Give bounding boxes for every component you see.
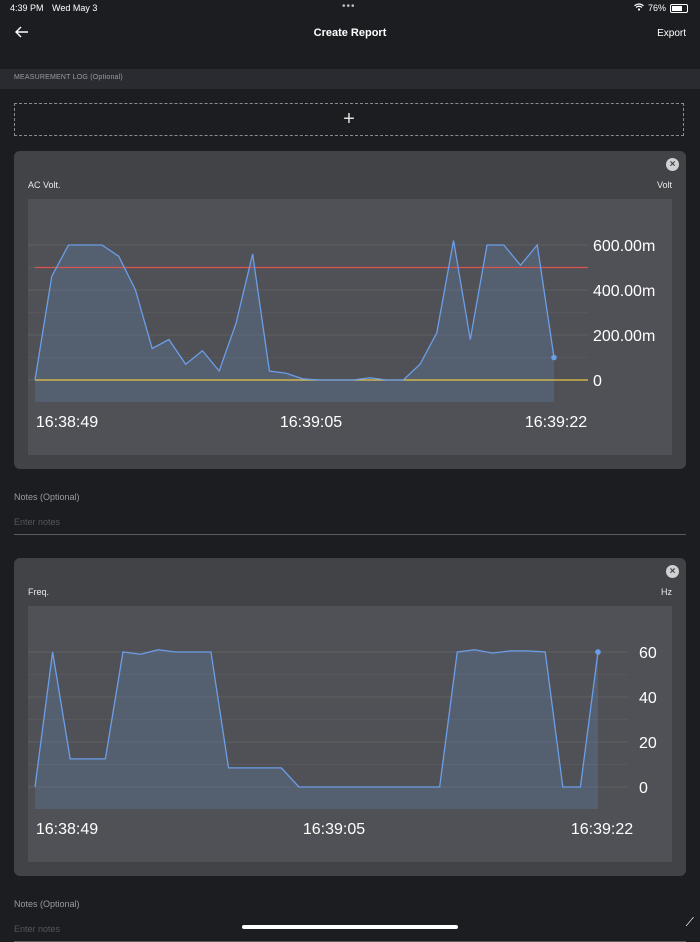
- chart-title: AC Volt.: [28, 180, 61, 190]
- notes-section: Notes (Optional): [14, 899, 686, 942]
- x-tick-label: 16:39:05: [303, 821, 365, 838]
- navigation-bar: Create Report Export: [0, 20, 700, 48]
- notes-label: Notes (Optional): [14, 492, 80, 502]
- y-tick-label: 400.00m: [593, 283, 655, 300]
- page-title: Create Report: [313, 27, 387, 39]
- wifi-icon: [634, 3, 644, 13]
- status-bar: 4:39 PM Wed May 3 ••• 76%: [0, 0, 700, 18]
- chart-unit: Hz: [661, 587, 672, 597]
- y-tick-label: 0: [639, 780, 648, 797]
- status-date: Wed May 3: [52, 3, 98, 13]
- status-right: 76%: [634, 3, 688, 13]
- y-tick-label: 200.00m: [593, 328, 655, 345]
- y-tick-label: 0: [593, 373, 602, 390]
- pencil-icon[interactable]: ⟋: [686, 915, 694, 930]
- chart-plot-freq: 60 40 20 0 16:38:49 16:39:05 16:39:22: [28, 606, 672, 862]
- status-time: 4:39 PM: [10, 3, 44, 13]
- close-icon[interactable]: ×: [666, 158, 679, 171]
- export-button[interactable]: Export: [657, 28, 686, 39]
- notes-input[interactable]: [14, 514, 686, 535]
- x-tick-label: 16:38:49: [36, 821, 98, 838]
- battery-percent: 76%: [647, 3, 666, 13]
- x-tick-label: 16:39:22: [571, 821, 633, 838]
- y-tick-label: 20: [639, 735, 657, 752]
- chart-svg: 60 40 20 0 16:38:49 16:39:05 16:39:22: [28, 645, 657, 838]
- chart-card-ac-volt: × AC Volt. Volt 600.00m 400.00m 200.00m 0 16…: [14, 151, 686, 469]
- notes-label: Notes (Optional): [14, 899, 80, 909]
- multitasking-dots-icon[interactable]: •••: [342, 1, 356, 12]
- y-tick-label: 60: [639, 645, 657, 662]
- x-tick-label: 16:39:05: [280, 414, 342, 431]
- measurement-log-label: MEASUREMENT LOG (Optional): [14, 74, 123, 81]
- x-tick-label: 16:38:49: [36, 414, 98, 431]
- measurement-log-header: MEASUREMENT LOG (Optional): [0, 69, 700, 89]
- battery-icon: [670, 3, 688, 13]
- close-icon[interactable]: ×: [666, 565, 679, 578]
- chart-svg: 600.00m 400.00m 200.00m 0 16:38:49 16:39:05 16…: [28, 238, 655, 431]
- x-tick-label: 16:39:22: [525, 414, 587, 431]
- notes-section: Notes (Optional): [14, 492, 686, 535]
- series-end-point: [551, 354, 557, 361]
- chart-unit: Volt: [656, 180, 672, 190]
- chart-plot-ac-volt: 600.00m 400.00m 200.00m 0 16:38:49 16:39:05 16…: [28, 199, 672, 455]
- series-end-point: [595, 649, 601, 655]
- home-indicator[interactable]: [242, 925, 458, 929]
- plus-icon: +: [343, 108, 355, 130]
- chart-title: Freq.: [28, 587, 50, 597]
- y-tick-label: 600.00m: [593, 238, 655, 255]
- y-tick-label: 40: [639, 690, 657, 707]
- chart-card-freq: × Freq. Hz 60 40 20 0 16:38:49 16:39:05 16:39:…: [14, 558, 686, 876]
- series-area: [35, 240, 554, 402]
- add-measurement-button[interactable]: +: [14, 103, 684, 136]
